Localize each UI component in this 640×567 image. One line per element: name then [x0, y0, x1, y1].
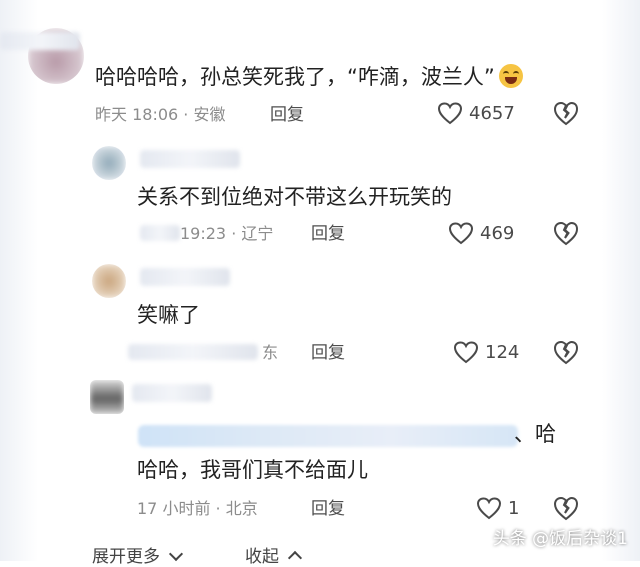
chevron-up-icon	[288, 550, 303, 566]
like-count: 124	[485, 341, 520, 363]
heart-icon	[453, 341, 479, 364]
laughing-face-icon	[498, 64, 523, 88]
username-blurred[interactable]	[132, 384, 212, 402]
reply-button[interactable]: 回复	[311, 223, 345, 245]
like-count: 1	[508, 497, 520, 519]
broken-heart-icon[interactable]	[552, 495, 580, 521]
username-blurred[interactable]	[0, 32, 80, 50]
reply-button[interactable]: 回复	[311, 498, 345, 520]
username-blurred[interactable]	[140, 268, 230, 286]
comment-meta: 19:23 · 辽宁	[180, 224, 274, 243]
collapse-label: 收起	[245, 547, 279, 567]
like-button[interactable]: 469	[448, 221, 514, 245]
date-blurred	[128, 344, 258, 360]
comment-meta: 17 小时前 · 北京	[137, 499, 258, 518]
heart-icon	[437, 102, 463, 125]
avatar[interactable]	[92, 146, 126, 180]
broken-heart-icon[interactable]	[552, 339, 580, 365]
like-button[interactable]: 4657	[437, 101, 515, 125]
heart-icon	[448, 222, 474, 245]
comment-text: 哈哈哈哈，孙总笑死我了，“咋滴，波兰人”	[95, 62, 523, 92]
broken-heart-icon[interactable]	[552, 100, 580, 126]
like-button[interactable]: 124	[453, 340, 519, 364]
comment-text: 关系不到位绝对不带这么开玩笑的	[137, 185, 452, 209]
username-blurred[interactable]	[140, 150, 240, 168]
collapse-button[interactable]: 收起	[245, 542, 303, 567]
left-frame-edge	[0, 0, 38, 561]
watermark: 头条 @饭后杂谈1	[492, 529, 628, 549]
like-button[interactable]: 1	[476, 496, 519, 520]
like-count: 469	[480, 222, 515, 244]
avatar[interactable]	[90, 380, 124, 414]
expand-more-button[interactable]: 展开更多	[92, 542, 184, 567]
chevron-down-icon	[169, 546, 184, 562]
right-frame-edge	[602, 0, 640, 561]
heart-icon	[476, 497, 502, 520]
like-count: 4657	[469, 102, 515, 124]
comment-text: 哈哈，我哥们真不给面儿	[137, 458, 368, 482]
date-blurred	[140, 225, 180, 241]
broken-heart-icon[interactable]	[552, 220, 580, 246]
comment-meta: 昨天 18:06 · 安徽	[95, 105, 226, 124]
reply-quote-blurred	[138, 425, 518, 447]
reply-button[interactable]: 回复	[311, 342, 345, 364]
reply-button[interactable]: 回复	[270, 104, 304, 126]
comment-meta: 东	[262, 343, 279, 362]
expand-more-label: 展开更多	[92, 547, 160, 567]
comment-text: 笑嘛了	[137, 303, 200, 327]
comment-text-tail: 、哈	[514, 422, 556, 446]
avatar[interactable]	[92, 264, 126, 298]
